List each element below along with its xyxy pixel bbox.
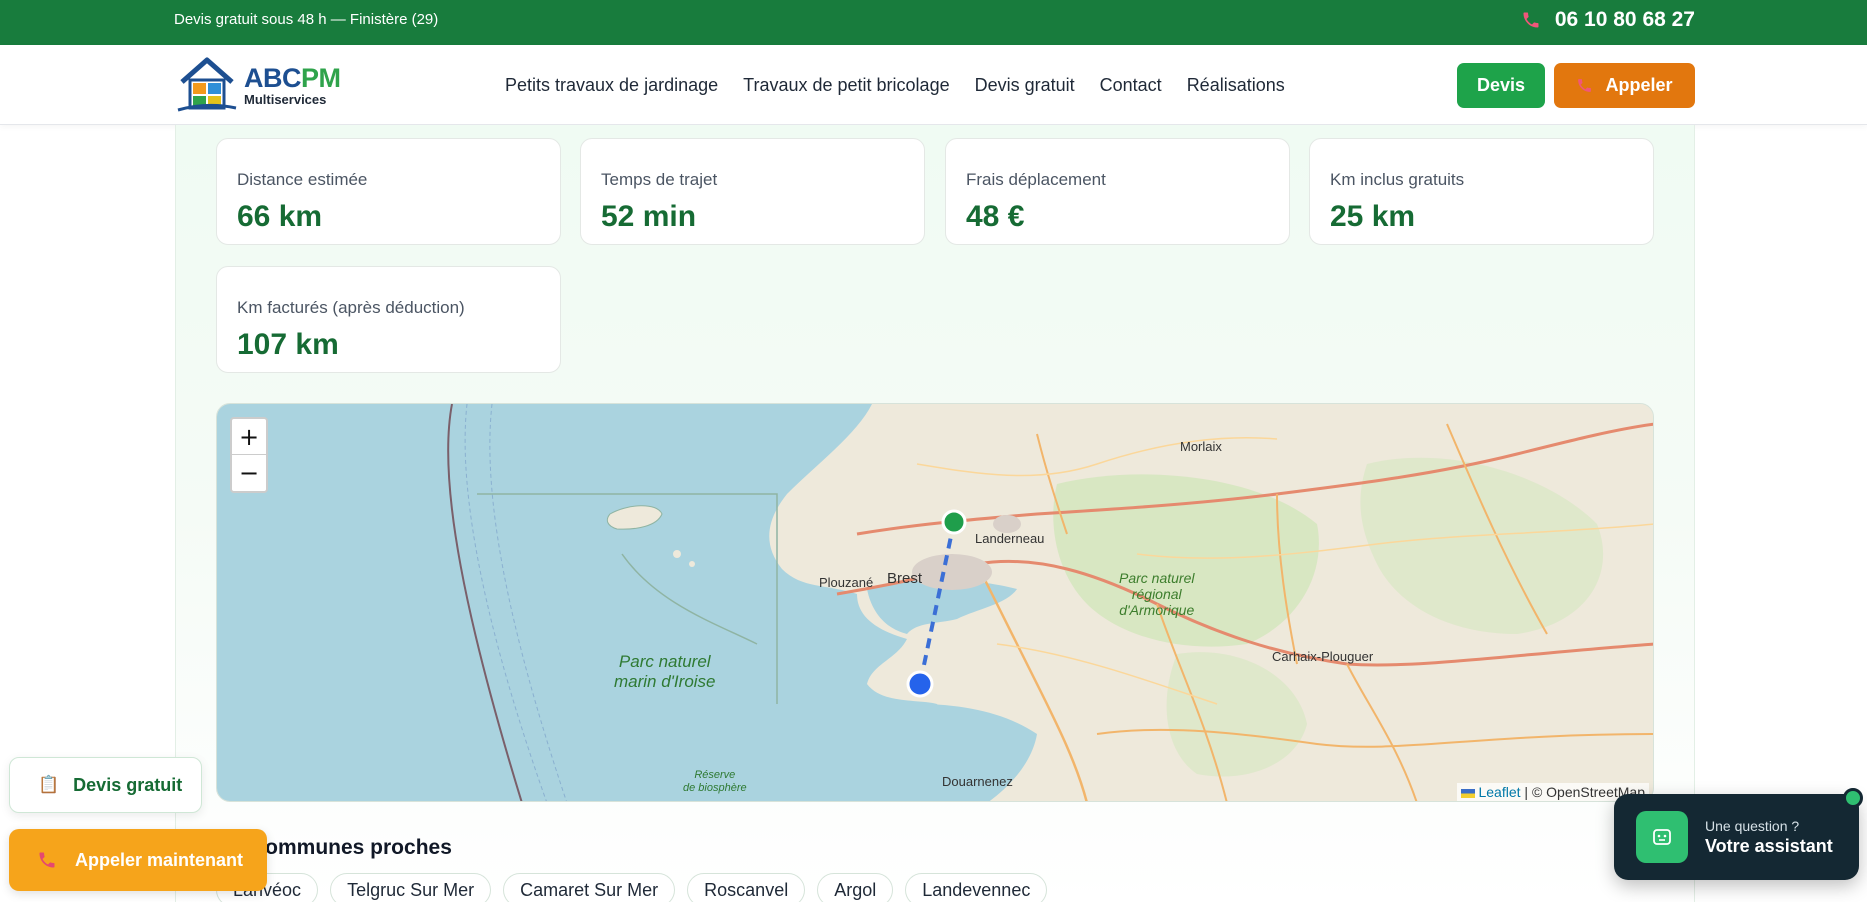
stat-card-billed-km: Km facturés (après déduction) 107 km [216, 266, 561, 373]
stat-label: Distance estimée [237, 170, 368, 189]
nav-item-devis[interactable]: Devis gratuit [975, 75, 1075, 96]
ukraine-flag-icon [1461, 788, 1476, 798]
logo-name: ABCPM [244, 62, 341, 93]
map-label-douarnenez: Douarnenez [942, 774, 1013, 789]
commune-chip[interactable]: Landevennec [905, 873, 1048, 902]
map-label-plouzane: Plouzané [819, 575, 874, 590]
map-tiles [217, 404, 1653, 801]
stat-card-duration: Temps de trajet 52 min [580, 138, 925, 245]
phone-icon [1578, 79, 1592, 92]
top-bar-phone-link[interactable]: 06 10 80 68 27 [1521, 8, 1695, 32]
stat-label: Km inclus gratuits [1330, 170, 1465, 189]
leaflet-link[interactable]: Leaflet [1478, 784, 1520, 800]
map-label-armorique: Parc naturel régional d'Armorique [1119, 570, 1195, 619]
phone-icon [1523, 12, 1539, 28]
appeler-button[interactable]: Appeler [1554, 63, 1695, 108]
stat-value: 25 km [1330, 200, 1416, 233]
nav-item-bricolage[interactable]: Travaux de petit bricolage [743, 75, 949, 96]
chat-assistant-widget[interactable]: Une question ? Votre assistant [1614, 788, 1863, 880]
house-logo-icon [177, 57, 237, 112]
devis-button[interactable]: Devis [1457, 63, 1545, 108]
map-label-reserve: Réserve de biosphère [683, 769, 747, 795]
commune-chip[interactable]: Roscanvel [687, 873, 806, 902]
stat-value: 66 km [237, 200, 323, 233]
logo[interactable]: ABCPM Multiservices [176, 56, 341, 114]
stat-card-free-km: Km inclus gratuits 25 km [1309, 138, 1654, 245]
site-header: ABCPM Multiservices Petits travaux de ja… [0, 45, 1867, 125]
logo-subtitle: Multiservices [244, 91, 327, 107]
floating-call-label: Appeler maintenant [75, 849, 244, 870]
floating-call-button[interactable]: Appeler maintenant [9, 829, 267, 891]
stat-value: 52 min [601, 200, 697, 233]
map-label-landerneau: Landerneau [975, 531, 1045, 546]
floating-devis-label: Devis gratuit [73, 774, 183, 795]
assistant-question: Une question ? [1705, 818, 1800, 834]
clipboard-icon: 📋 [38, 775, 60, 794]
map-label-morlaix: Morlaix [1180, 439, 1222, 454]
stat-label: Temps de trajet [601, 170, 718, 189]
map-label-carhaix: Carhaix-Plouguer [1272, 649, 1374, 664]
robot-icon [1636, 811, 1688, 863]
stat-card-fees: Frais déplacement 48 € [945, 138, 1290, 245]
commune-chip[interactable]: Argol [817, 873, 894, 902]
map-label-brest: Brest [887, 570, 923, 587]
nav-item-contact[interactable]: Contact [1100, 75, 1162, 96]
zoom-out-button[interactable]: − [232, 455, 266, 491]
map-zoom-control: + − [230, 417, 268, 493]
communes-title: Communes proches [250, 836, 452, 859]
nav-item-jardinage[interactable]: Petits travaux de jardinage [505, 75, 718, 96]
commune-chip[interactable]: Camaret Sur Mer [503, 873, 676, 902]
stat-card-distance: Distance estimée 66 km [216, 138, 561, 245]
phone-icon [39, 852, 55, 868]
floating-devis-button[interactable]: 📋 Devis gratuit [9, 757, 202, 813]
stat-value: 107 km [237, 328, 339, 361]
appeler-button-label: Appeler [1605, 75, 1673, 95]
top-bar-phone-number: 06 10 80 68 27 [1554, 8, 1695, 31]
map-label-iroise: Parc naturel marin d'Iroise [614, 652, 716, 692]
zoom-in-button[interactable]: + [232, 419, 266, 455]
route-map[interactable]: Morlaix Landerneau Brest Plouzané Parc n… [216, 403, 1654, 802]
stat-value: 48 € [966, 200, 1025, 233]
communes-list: Lanvéoc Telgruc Sur Mer Camaret Sur Mer … [216, 873, 1048, 902]
main-nav: Petits travaux de jardinage Travaux de p… [505, 75, 1285, 96]
nav-item-realisations[interactable]: Réalisations [1187, 75, 1285, 96]
commune-chip[interactable]: Telgruc Sur Mer [330, 873, 492, 902]
online-status-dot [1843, 788, 1863, 808]
stat-label: Km facturés (après déduction) [237, 298, 465, 317]
top-bar: Devis gratuit sous 48 h — Finistère (29)… [0, 0, 1867, 45]
stat-label: Frais déplacement [966, 170, 1106, 189]
assistant-title: Votre assistant [1705, 836, 1833, 856]
top-bar-info: Devis gratuit sous 48 h — Finistère (29) [174, 11, 439, 28]
